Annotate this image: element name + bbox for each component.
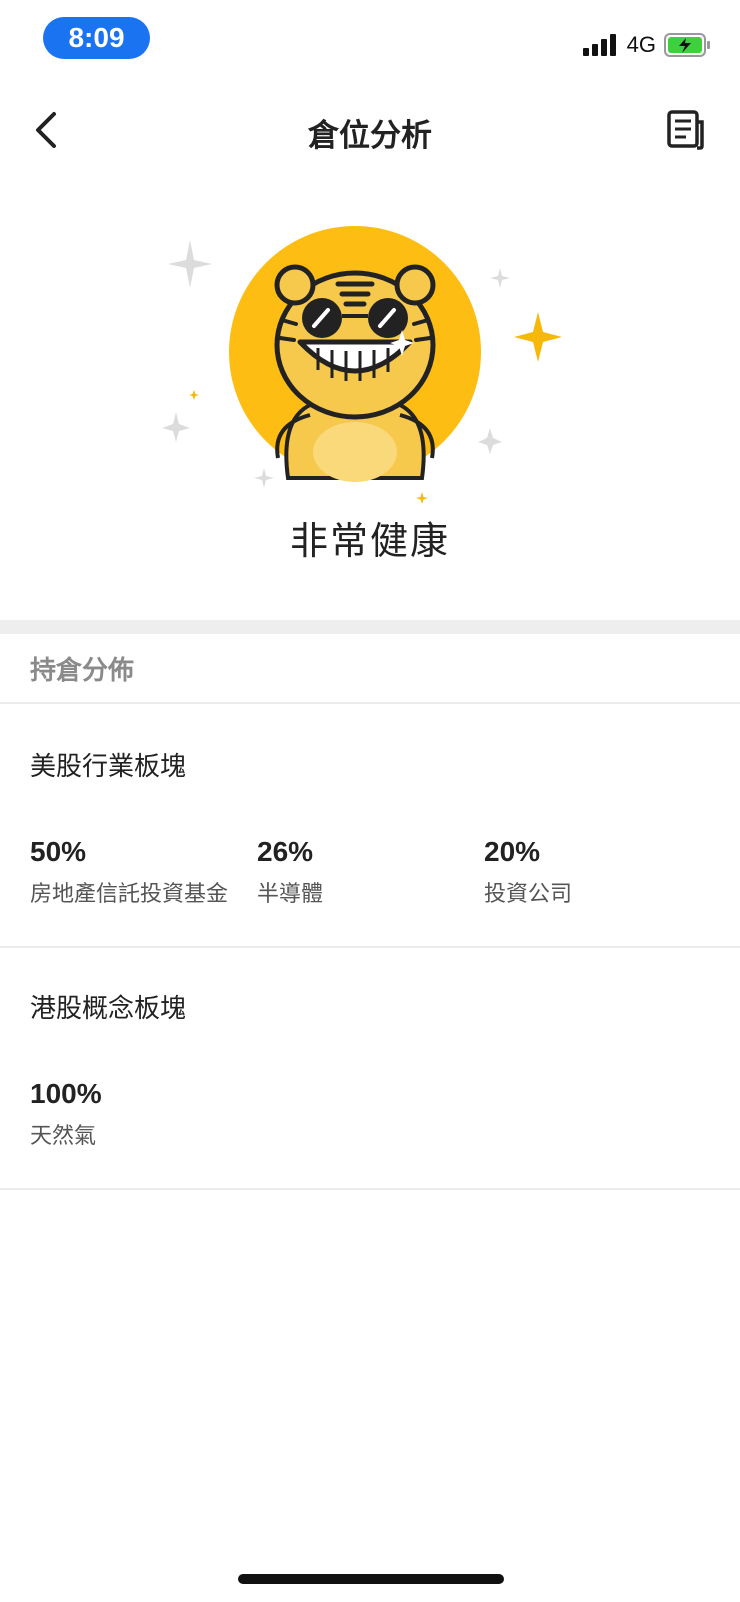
home-indicator[interactable] [238,1574,504,1584]
page-title: 倉位分析 [308,118,432,154]
document-icon[interactable] [666,108,706,152]
nav-bar: 倉位分析 [0,90,740,170]
health-status-label: 非常健康 [289,519,450,563]
stat-label: 半導體 [257,882,324,907]
stat-value: 20% [484,836,541,867]
tiger-mascot-illustration [162,226,562,504]
us-sector-stat-1: 50% 房地產信託投資基金 [30,836,260,908]
stat-value: 50% [30,836,87,867]
us-sector-stat-3: 20% 投資公司 [484,836,714,908]
hk-concept-title: 港股概念板塊 [30,994,187,1024]
status-time: 8:09 [43,17,150,59]
us-sector-title: 美股行業板塊 [30,752,187,782]
stat-label: 天然氣 [30,1124,97,1149]
section-divider [0,620,740,634]
network-label: 4G [626,32,656,57]
stat-label: 房地產信託投資基金 [30,882,229,907]
stat-value: 26% [257,836,314,867]
divider [0,1188,740,1190]
health-hero: 非常健康 [0,220,740,620]
us-sector-stat-2: 26% 半導體 [257,836,487,908]
divider [0,946,740,948]
divider [0,702,740,704]
signal-icon [582,34,616,56]
hk-concept-stat-1: 100% 天然氣 [30,1078,260,1150]
holdings-distribution-header: 持倉分佈 [30,656,135,686]
status-bar: 8:09 4G [0,0,740,80]
stat-value: 100% [30,1078,102,1109]
status-indicators: 4G [582,30,712,60]
battery-charging-icon [664,33,710,57]
stat-label: 投資公司 [484,882,573,907]
